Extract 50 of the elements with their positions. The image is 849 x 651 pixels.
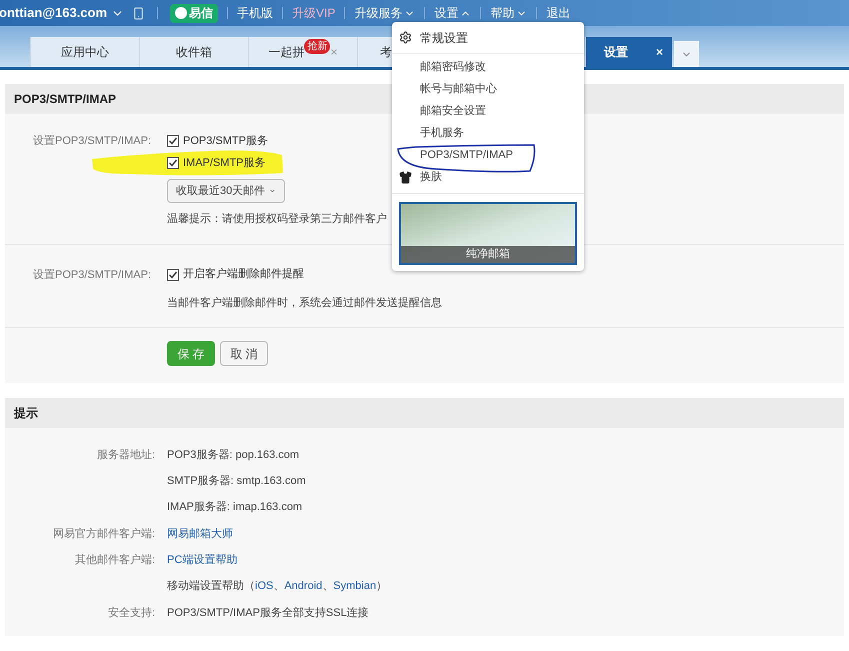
tab[interactable]: 设置 ×	[585, 37, 672, 67]
top-link[interactable]: 退出	[546, 4, 570, 22]
description-text: 当邮件客户端删除邮件时，系统会通过邮件发送提醒信息	[167, 296, 442, 310]
row-label: 服务器地址:	[96, 448, 155, 461]
platform-link[interactable]: iOS	[255, 580, 274, 592]
checkbox[interactable]	[167, 157, 179, 169]
yixin-icon	[175, 7, 188, 19]
row-label: 其他邮件客户端:	[74, 554, 155, 566]
fetch-select[interactable]: 收取最近30天邮件	[167, 179, 285, 203]
tab[interactable]: 一起拼 抢新 ×	[248, 37, 357, 67]
new-badge: 抢新	[304, 38, 330, 54]
mobile-help-text: 移动端设置帮助（iOS、Android、Symbian）	[167, 580, 388, 592]
service-label: IMAP/SMTP服务	[183, 156, 266, 171]
save-button[interactable]: 保 存	[167, 341, 215, 366]
tab[interactable]: 应用中心	[30, 37, 139, 67]
platform-link[interactable]: Symbian	[333, 580, 376, 592]
info-text: SMTP服务器: smtp.163.com	[167, 475, 306, 488]
row-label: 网易官方邮件客户端:	[52, 528, 155, 540]
row-label: 设置POP3/SMTP/IMAP:	[32, 268, 151, 282]
service-label: POP3/SMTP服务	[183, 134, 268, 149]
checkbox[interactable]	[167, 268, 179, 280]
tab[interactable]: 收件箱	[139, 37, 248, 67]
menu-item[interactable]: 邮箱密码修改	[392, 56, 584, 78]
section-title: 提示	[5, 398, 844, 428]
info-text: POP3/SMTP/IMAP服务全部支持SSL连接	[167, 606, 369, 619]
skin-preview[interactable]: 纯净邮箱	[399, 202, 577, 265]
top-link[interactable]: 帮助	[490, 4, 528, 22]
settings-icon	[399, 31, 412, 44]
info-text: IMAP服务器: imap.163.com	[167, 501, 302, 514]
menu-item[interactable]: 换肤	[392, 166, 584, 194]
help-link[interactable]: PC端设置帮助	[167, 554, 238, 566]
shirt-icon	[399, 171, 412, 184]
menu-item[interactable]: 常规设置	[392, 22, 584, 54]
row-label: 设置POP3/SMTP/IMAP:	[32, 134, 151, 149]
platform-link[interactable]: Android	[284, 580, 322, 592]
top-link[interactable]: 手机版	[237, 4, 274, 22]
row-label: 安全支持:	[108, 606, 155, 619]
close-icon[interactable]: ×	[656, 43, 663, 61]
menu-item[interactable]: POP3/SMTP/IMAP	[392, 144, 584, 166]
hint-text: 温馨提示：请使用授权码登录第三方邮件客户	[167, 212, 387, 227]
cancel-button[interactable]: 取 消	[220, 341, 268, 366]
skin-caption: 纯净邮箱	[401, 246, 575, 263]
phone-icon[interactable]	[132, 6, 146, 20]
menu-item[interactable]: 手机服务	[392, 122, 584, 144]
checkbox[interactable]	[167, 135, 179, 147]
help-link[interactable]: 网易邮箱大师	[167, 528, 233, 540]
top-link[interactable]: 升级服务	[354, 4, 416, 22]
option-label: 开启客户端删除邮件提醒	[183, 266, 304, 282]
info-text: POP3服务器: pop.163.com	[167, 448, 300, 461]
top-link[interactable]: 设置	[434, 4, 472, 22]
